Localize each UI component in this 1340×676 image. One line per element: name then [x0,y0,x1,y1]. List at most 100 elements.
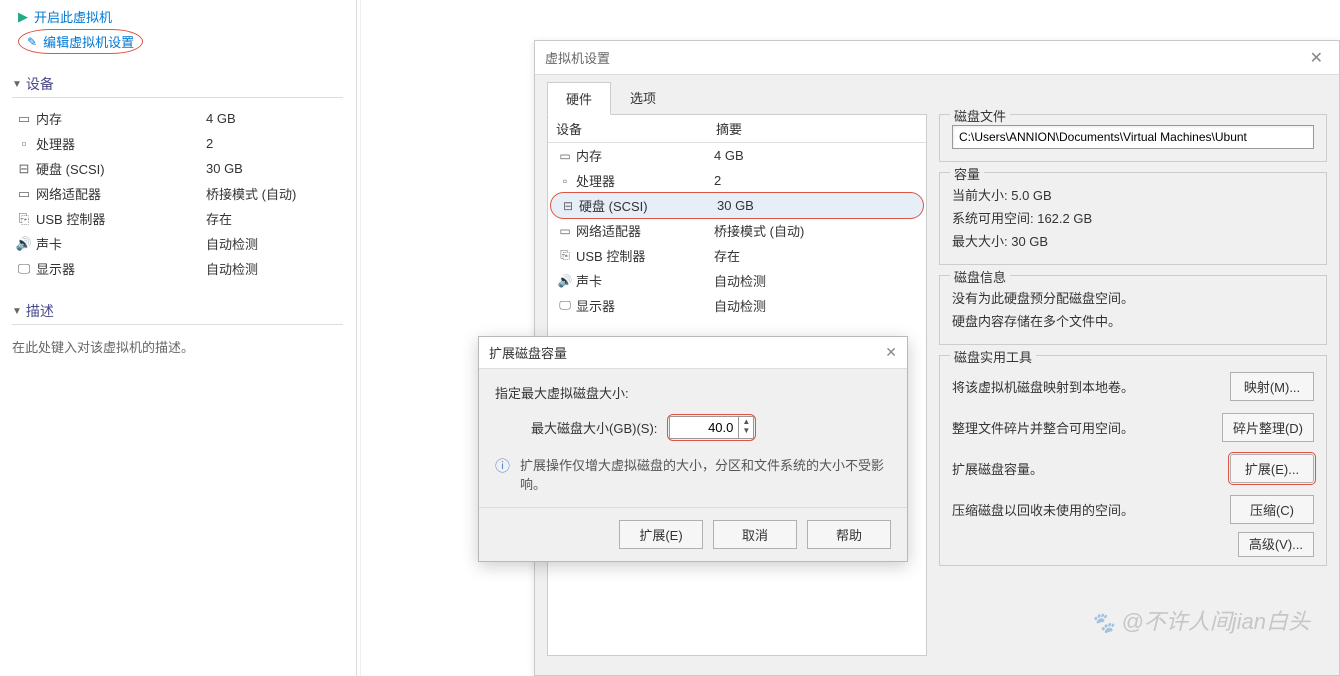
device-value: 自动检测 [206,234,343,253]
device-value: 30 GB [206,161,343,176]
vm-overview-panel: ▶ 开启此虚拟机 ✎ 编辑虚拟机设置 ▼ 设备 ▭内存4 GB▫处理器2⊟硬盘 … [0,0,355,364]
hardware-row[interactable]: ⊟硬盘 (SCSI)30 GB [550,192,924,219]
hardware-row[interactable]: 🖵显示器自动检测 [548,293,926,318]
hardware-row[interactable]: ▭网络适配器桥接模式 (自动) [548,218,926,243]
device-icon: ▭ [12,111,36,127]
device-label: 处理器 [36,134,206,153]
hardware-summary: 自动检测 [714,271,920,290]
device-label: 声卡 [36,234,206,253]
disk-file-group: 磁盘文件 [939,114,1327,162]
tabs: 硬件 选项 [535,75,1339,114]
vertical-divider [360,0,361,676]
dialog-cancel-button[interactable]: 取消 [713,520,797,549]
capacity-current: 当前大小: 5.0 GB [952,183,1314,206]
device-row[interactable]: 🔊声卡自动检测 [12,231,343,256]
hardware-label: USB 控制器 [576,246,714,265]
compact-button[interactable]: 压缩(C) [1230,495,1314,524]
close-icon[interactable]: ✕ [1304,46,1329,70]
col-summary: 摘要 [708,115,926,142]
device-icon: 🖵 [12,261,36,277]
device-icon: 🔊 [554,274,576,288]
tab-hardware[interactable]: 硬件 [547,82,611,115]
device-label: 硬盘 (SCSI) [36,159,206,178]
device-row[interactable]: ⎘USB 控制器存在 [12,206,343,231]
device-row[interactable]: ⊟硬盘 (SCSI)30 GB [12,156,343,181]
window-titlebar: 虚拟机设置 ✕ [535,41,1339,75]
device-row[interactable]: ▭内存4 GB [12,106,343,131]
close-icon[interactable]: ✕ [885,344,897,361]
device-value: 自动检测 [206,259,343,278]
specify-label: 指定最大虚拟磁盘大小: [495,383,891,402]
expand-disk-dialog: 扩展磁盘容量 ✕ 指定最大虚拟磁盘大小: 最大磁盘大小(GB)(S): ▲ ▼ … [478,336,908,562]
device-icon: ⊟ [557,199,579,213]
dialog-help-button[interactable]: 帮助 [807,520,891,549]
device-label: 内存 [36,109,206,128]
device-icon: 🔊 [12,236,36,252]
hardware-summary: 2 [714,173,920,188]
dialog-titlebar: 扩展磁盘容量 ✕ [479,337,907,369]
device-label: USB 控制器 [36,209,206,228]
tab-options[interactable]: 选项 [611,81,675,114]
device-row[interactable]: ▫处理器2 [12,131,343,156]
hardware-row[interactable]: ▫处理器2 [548,168,926,193]
device-row[interactable]: 🖵显示器自动检测 [12,256,343,281]
disk-file-input[interactable] [952,125,1314,149]
hardware-summary: 30 GB [717,198,917,213]
device-icon: ▭ [12,186,36,202]
hardware-summary: 桥接模式 (自动) [714,221,920,240]
device-value: 4 GB [206,111,343,126]
disk-size-input[interactable] [669,416,739,439]
device-value: 2 [206,136,343,151]
device-icon: ⎘ [554,248,576,263]
max-size-label: 最大磁盘大小(GB)(S): [531,418,657,437]
hardware-label: 网络适配器 [576,221,714,240]
device-icon: ▭ [554,224,576,238]
device-icon: ⎘ [12,211,36,227]
advanced-button[interactable]: 高级(V)... [1238,532,1314,557]
play-icon: ▶ [18,9,28,25]
expand-note: 扩展操作仅增大虚拟磁盘的大小，分区和文件系统的大小不受影响。 [520,455,891,493]
hardware-row[interactable]: ▭内存4 GB [548,143,926,168]
hardware-list-header: 设备 摘要 [548,115,926,143]
expand-button[interactable]: 扩展(E)... [1230,454,1314,483]
dialog-expand-button[interactable]: 扩展(E) [619,520,703,549]
devices-section-header[interactable]: ▼ 设备 [12,74,343,98]
start-vm-action[interactable]: ▶ 开启此虚拟机 [12,4,343,29]
disk-size-spinner[interactable]: ▲ ▼ [667,414,756,441]
description-section-header[interactable]: ▼ 描述 [12,301,343,325]
hardware-row[interactable]: 🔊声卡自动检测 [548,268,926,293]
device-icon: ▫ [554,174,576,188]
spinner-up-icon[interactable]: ▲ [739,417,753,426]
device-icon: ▭ [554,149,576,163]
hardware-label: 处理器 [576,171,714,190]
description-placeholder[interactable]: 在此处键入对该虚拟机的描述。 [12,333,343,360]
hardware-summary: 存在 [714,246,920,265]
hardware-label: 内存 [576,146,714,165]
map-button[interactable]: 映射(M)... [1230,372,1314,401]
hardware-label: 硬盘 (SCSI) [579,196,717,215]
disk-tools-group: 磁盘实用工具 将该虚拟机磁盘映射到本地卷。 映射(M)... 整理文件碎片并整合… [939,355,1327,566]
hardware-summary: 4 GB [714,148,920,163]
chevron-down-icon: ▼ [12,306,22,317]
edit-vm-settings-action[interactable]: ✎ 编辑虚拟机设置 [18,29,143,54]
disk-info-group: 磁盘信息 没有为此硬盘预分配磁盘空间。 硬盘内容存储在多个文件中。 [939,275,1327,345]
device-value: 桥接模式 (自动) [206,184,343,203]
hardware-row[interactable]: ⎘USB 控制器存在 [548,243,926,268]
device-label: 显示器 [36,259,206,278]
hardware-summary: 自动检测 [714,296,920,315]
device-icon: ⊟ [12,161,36,177]
start-vm-label: 开启此虚拟机 [34,7,112,26]
device-value: 存在 [206,209,343,228]
col-device: 设备 [548,115,708,142]
capacity-group: 容量 当前大小: 5.0 GB 系统可用空间: 162.2 GB 最大大小: 3… [939,172,1327,265]
device-icon: 🖵 [554,298,576,313]
defrag-button[interactable]: 碎片整理(D) [1222,413,1314,442]
chevron-down-icon: ▼ [12,79,22,90]
info-icon: ⓘ [495,455,510,493]
spinner-down-icon[interactable]: ▼ [739,426,753,435]
device-icon: ▫ [12,136,36,151]
capacity-max: 最大大小: 30 GB [952,229,1314,252]
capacity-free: 系统可用空间: 162.2 GB [952,206,1314,229]
device-row[interactable]: ▭网络适配器桥接模式 (自动) [12,181,343,206]
hardware-label: 声卡 [576,271,714,290]
